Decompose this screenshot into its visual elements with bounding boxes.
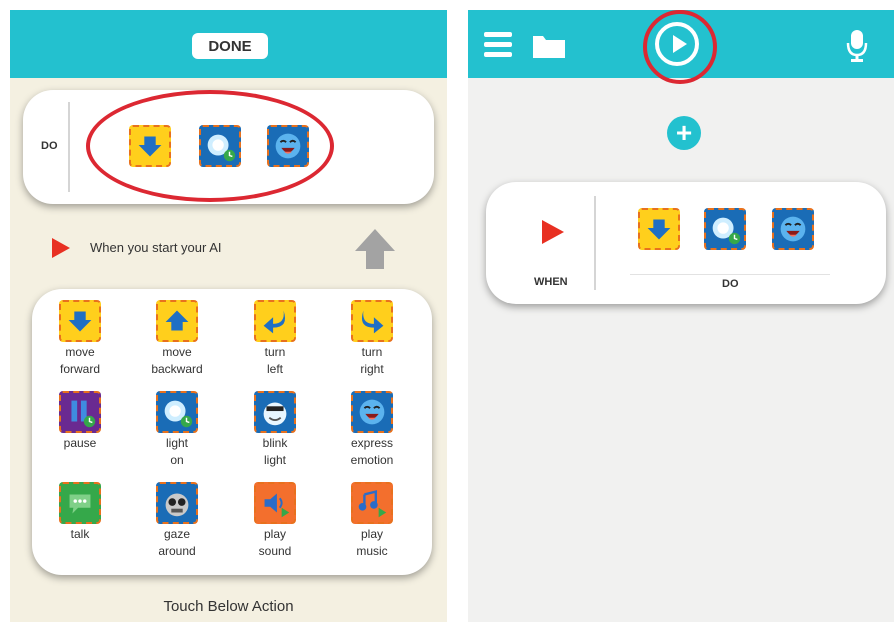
action-gaze-around[interactable]: gaze around (132, 482, 222, 560)
action-label: around (158, 544, 196, 558)
do-label: DO (41, 140, 58, 152)
light-on-icon (156, 391, 198, 433)
footer-hint: Touch Below Action (163, 598, 294, 615)
action-label: blink (262, 436, 288, 450)
action-label: talk (70, 527, 90, 541)
rule-list-screen: + WHEN DO (468, 10, 894, 622)
action-label: turn (361, 345, 383, 359)
action-label: move (162, 345, 192, 359)
move-forward-icon (59, 300, 101, 342)
action-label: left (266, 362, 283, 376)
action-label: express (350, 436, 394, 450)
menu-icon[interactable] (484, 32, 512, 62)
action-label: light (165, 436, 188, 450)
action-label: play (263, 527, 286, 541)
action-turn-right[interactable]: turn right (327, 300, 417, 378)
express-emotion-icon (351, 391, 393, 433)
turn-right-icon (351, 300, 393, 342)
action-blink-light[interactable]: blink light (230, 391, 320, 469)
pause-icon (59, 391, 101, 433)
action-label: pause (63, 436, 97, 450)
action-light-on[interactable]: light on (132, 391, 222, 469)
done-button[interactable]: DONE (192, 33, 268, 59)
divider (68, 102, 70, 192)
action-label: move (65, 345, 95, 359)
move-backward-icon (156, 300, 198, 342)
trigger-text: When you start your AI (90, 240, 222, 255)
do-label: DO (722, 278, 739, 290)
start-trigger-icon (52, 238, 70, 258)
action-label: light (263, 453, 286, 467)
when-label: WHEN (534, 276, 568, 288)
action-label: forward (59, 362, 100, 376)
blink-light-icon (254, 391, 296, 433)
action-palette: move forward move backward turn left turn ri… (32, 289, 432, 575)
play-music-icon (351, 482, 393, 524)
rule-card[interactable]: WHEN DO (486, 182, 886, 304)
action-label: emotion (350, 453, 394, 467)
action-turn-left[interactable]: turn left (230, 300, 320, 378)
action-label: music (356, 544, 388, 558)
collapse-arrow-icon[interactable] (353, 227, 397, 271)
action-move-forward[interactable]: move forward (35, 300, 125, 378)
turn-left-icon (254, 300, 296, 342)
action-play-music[interactable]: play music (327, 482, 417, 560)
action-label: sound (258, 544, 292, 558)
express-emotion-icon[interactable] (772, 208, 814, 250)
action-talk[interactable]: talk (35, 482, 125, 543)
action-label: backward (151, 362, 203, 376)
folder-icon[interactable] (531, 32, 567, 60)
divider (630, 274, 830, 275)
highlight-ellipse (86, 90, 334, 202)
action-move-backward[interactable]: move backward (132, 300, 222, 378)
action-label: play (360, 527, 383, 541)
top-bar: DONE (10, 10, 447, 78)
action-play-sound[interactable]: play sound (230, 482, 320, 560)
talk-icon (59, 482, 101, 524)
move-forward-icon[interactable] (638, 208, 680, 250)
light-on-icon[interactable] (704, 208, 746, 250)
gaze-around-icon (156, 482, 198, 524)
add-rule-button[interactable]: + (667, 116, 701, 150)
action-label: gaze (163, 527, 191, 541)
action-label: right (360, 362, 384, 376)
program-editor-screen: DONE DO When you start your AI move forwa… (10, 10, 447, 622)
microphone-icon[interactable] (846, 28, 868, 62)
play-sound-icon (254, 482, 296, 524)
start-trigger-icon (542, 220, 564, 244)
highlight-circle (643, 10, 717, 84)
action-express-emotion[interactable]: express emotion (327, 391, 417, 469)
divider (594, 196, 596, 290)
action-pause[interactable]: pause (35, 391, 125, 452)
action-label: turn (264, 345, 286, 359)
action-label: on (170, 453, 184, 467)
